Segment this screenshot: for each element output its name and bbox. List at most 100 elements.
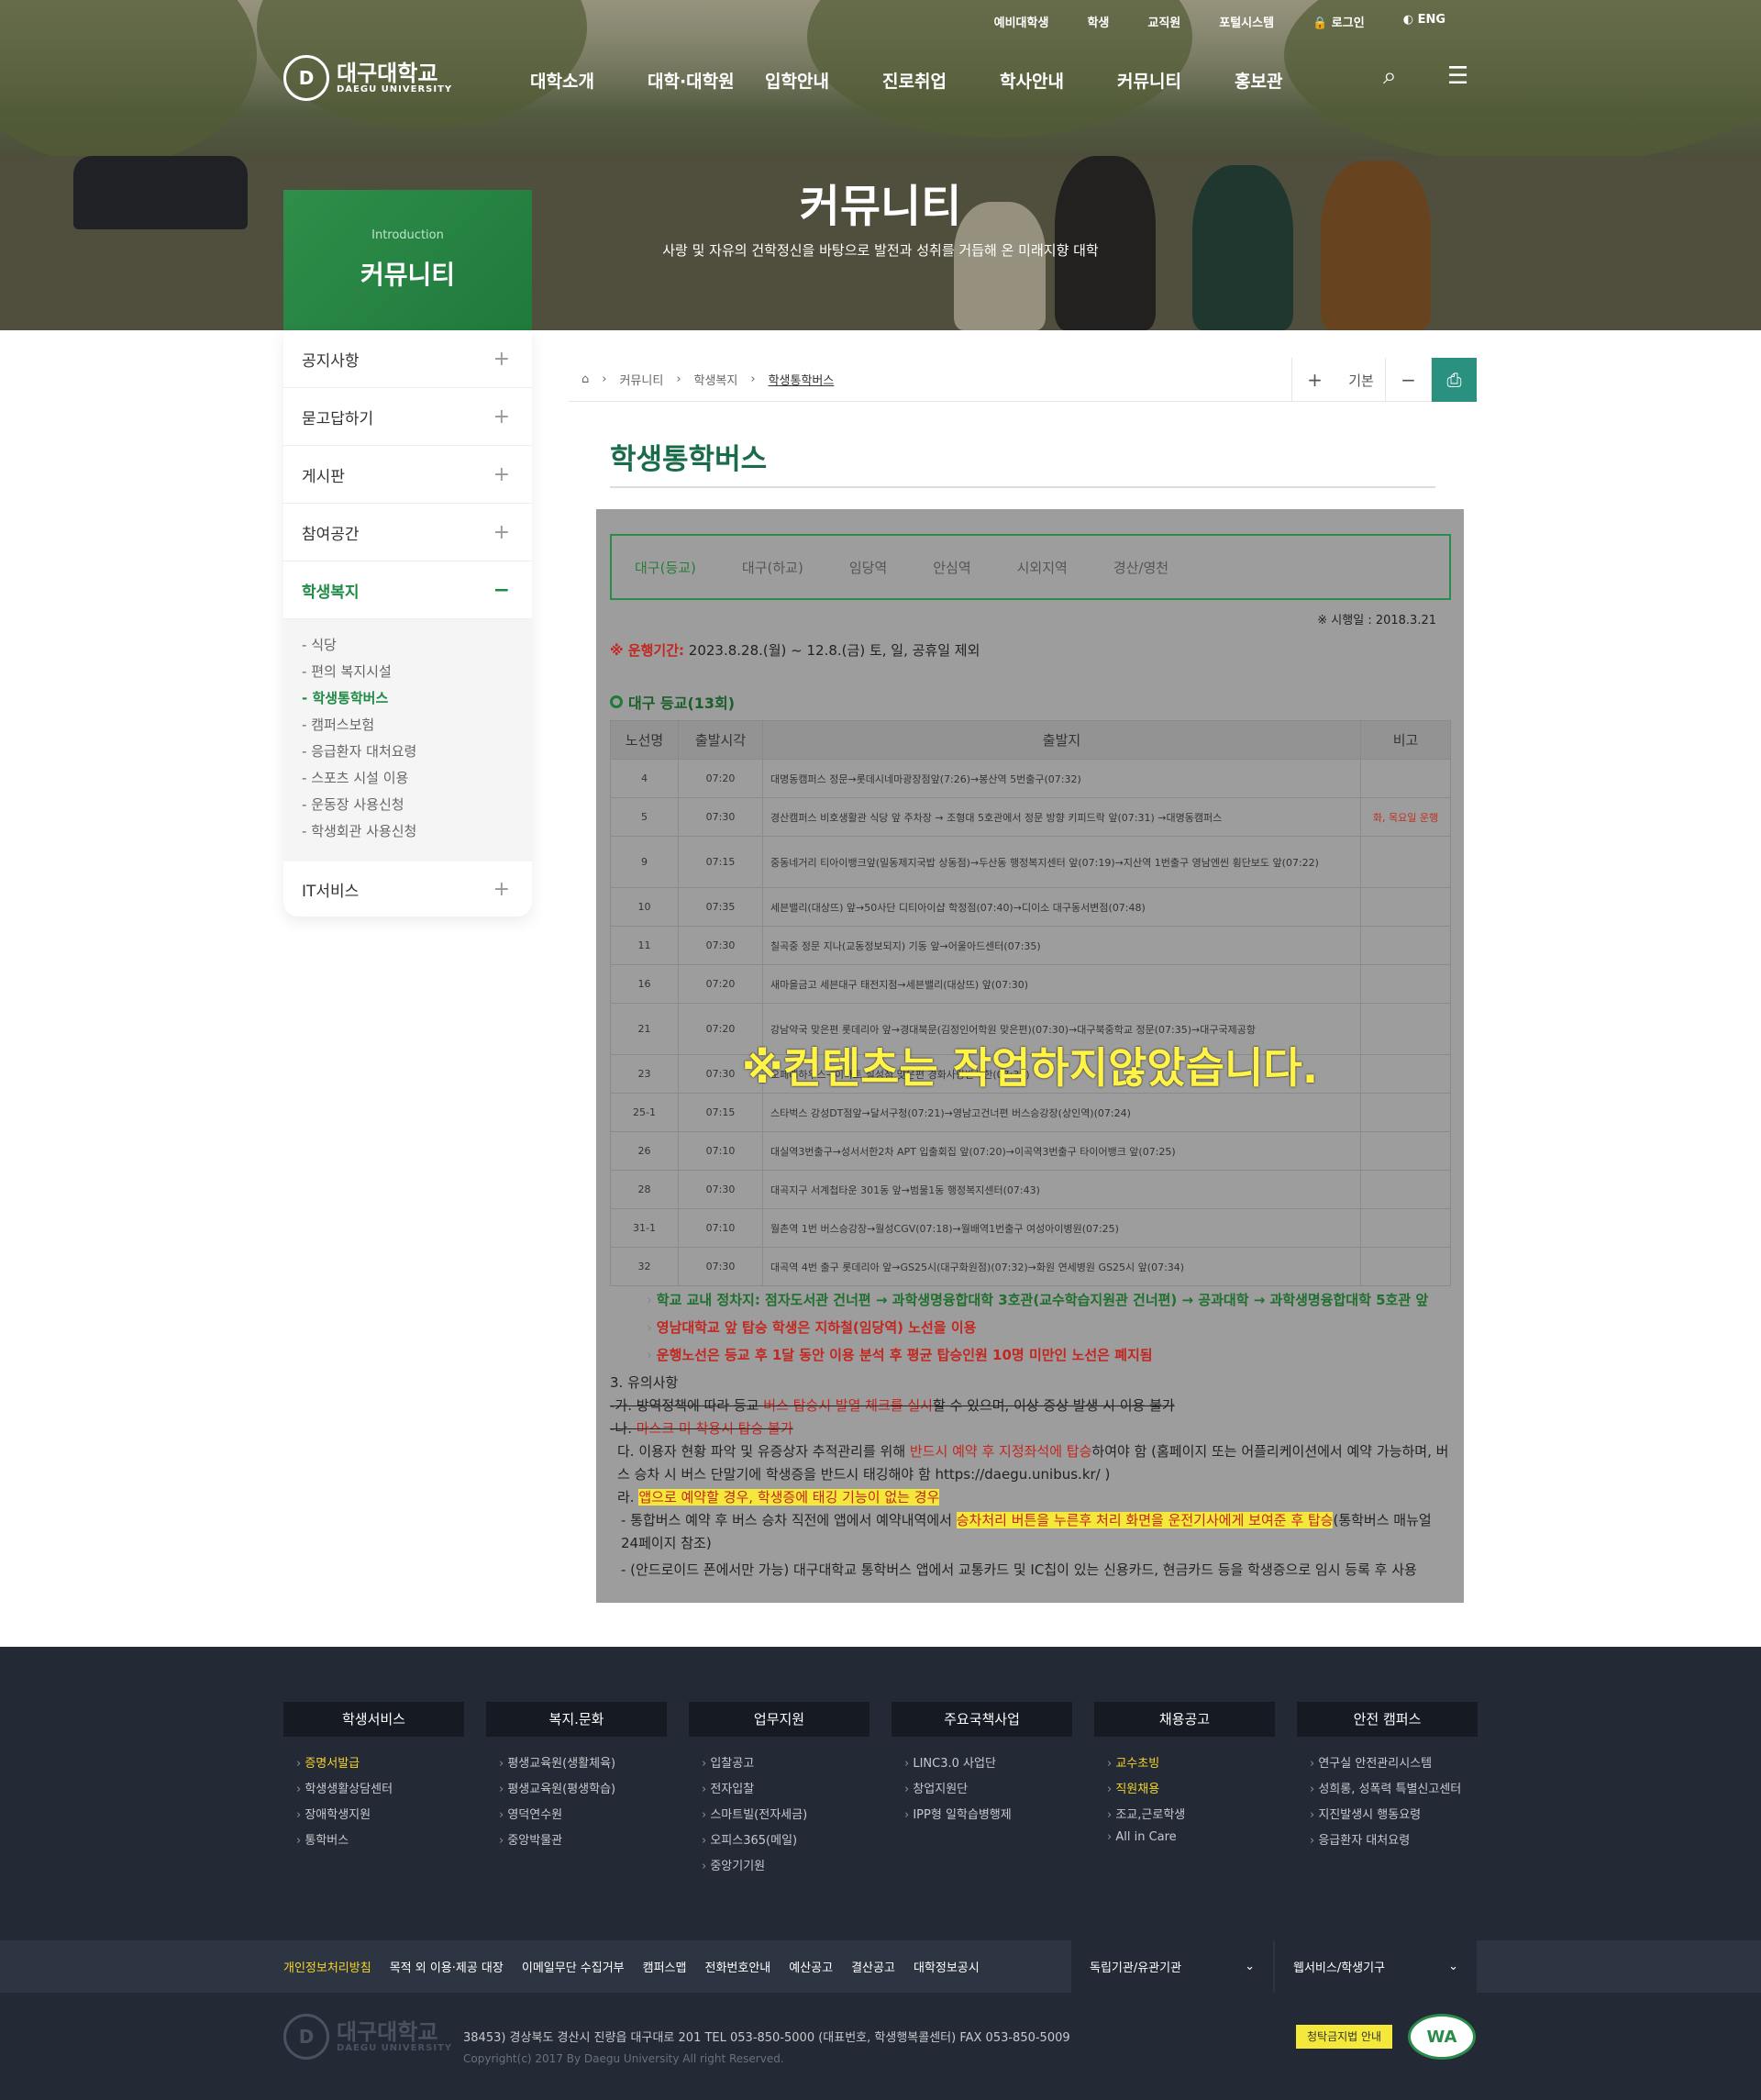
tab-gyeongsan[interactable]: 경산/영천 <box>1113 558 1168 577</box>
tab-daegu-out[interactable]: 대구(하교) <box>742 558 803 577</box>
footer-column-link[interactable]: › 중앙기기원 <box>702 1856 869 1882</box>
footer-column-link[interactable]: › 증명서발급 <box>296 1753 464 1779</box>
footer-column-link[interactable]: › 직원채용 <box>1107 1779 1275 1805</box>
footer-column-link[interactable]: › 평생교육원(생활체육) <box>499 1753 667 1779</box>
effective-date: ※ 시행일 : 2018.3.21 <box>1317 614 1436 628</box>
footer-link[interactable]: 전화번호안내 <box>704 1958 770 1975</box>
tab-ansim[interactable]: 안심역 <box>933 558 970 577</box>
note-cell <box>1360 1247 1451 1286</box>
footer-column-link[interactable]: › 조교,근로학생 <box>1107 1805 1275 1830</box>
lnb-item-it[interactable]: IT서비스 + <box>283 861 532 917</box>
menu-icon[interactable]: ☰ <box>1447 62 1468 90</box>
zoom-in-button[interactable]: + <box>1291 358 1337 402</box>
footer-link-privacy[interactable]: 개인정보처리방침 <box>283 1958 371 1975</box>
breadcrumb-sep: › <box>602 372 607 386</box>
table-row: 4 07:20 대명동캠퍼스 정문→롯데시네마광장점앞(7:26)→봉산역 5번출구… <box>610 759 1451 798</box>
footer-column-link[interactable]: › LINC3.0 사업단 <box>904 1753 1072 1779</box>
route-cell: 5 <box>610 797 679 837</box>
route-cell: 25-1 <box>610 1093 679 1132</box>
print-icon[interactable]: ⎙ <box>1431 358 1477 402</box>
footer-column-link[interactable]: › 평생교육원(평생학습) <box>499 1779 667 1805</box>
zoom-reset-button[interactable]: 기본 <box>1337 358 1385 402</box>
breadcrumb-item[interactable]: 커뮤니티 <box>619 371 663 388</box>
footer-column-link[interactable]: › 중앙박물관 <box>499 1830 667 1856</box>
tab-daegu-in[interactable]: 대구(등교) <box>635 558 696 577</box>
note-b: -나. 마스크 미 착용시 탑승 불가 <box>610 1420 793 1437</box>
lnb-item-participation[interactable]: 참여공간 + <box>283 504 532 561</box>
gnb-admission[interactable]: 입학안내 <box>765 68 882 93</box>
tab-outer[interactable]: 시외지역 <box>1017 558 1068 577</box>
lnb-sub-field[interactable]: - 운동장 사용신청 <box>302 792 532 818</box>
breadcrumb-current[interactable]: 학생통학버스 <box>769 371 835 388</box>
note-f: - (안드로이드 폰에서만 가능) 대구대학교 통학버스 앱에서 교통카드 및 … <box>621 1561 1417 1578</box>
gnb-community[interactable]: 커뮤니티 <box>1117 68 1235 93</box>
lnb-sub-cafeteria[interactable]: - 식당 <box>302 632 532 659</box>
footer-column-link[interactable]: › 학생생활상담센터 <box>296 1779 464 1805</box>
chevron-right-icon: › <box>702 1808 711 1822</box>
gnb-about[interactable]: 대학소개 <box>530 68 648 93</box>
lnb-item-board[interactable]: 게시판 + <box>283 446 532 504</box>
footer-column-link[interactable]: › IPP형 일학습병행제 <box>904 1805 1072 1830</box>
lnb-sub-sports[interactable]: - 스포츠 시설 이용 <box>302 765 532 792</box>
web-services-select[interactable]: 웹서비스/학생기구 ⌄ <box>1275 1940 1477 1993</box>
wa-mark-icon: WA <box>1408 2014 1476 2060</box>
time-cell: 07:35 <box>678 887 763 927</box>
footer-link[interactable]: 결산공고 <box>851 1958 895 1975</box>
footer-column-link[interactable]: › 스마트빌(전자세금) <box>702 1805 869 1830</box>
footer-column-link[interactable]: › 창업지원단 <box>904 1779 1072 1805</box>
lnb-sub-bus[interactable]: - 학생통학버스 <box>302 685 532 712</box>
breadcrumb-item[interactable]: 학생복지 <box>694 371 738 388</box>
note-stops: › 학교 교내 정차지: 점자도서관 건너편 → 과학생명융합대학 3호관(교수… <box>647 1292 1429 1308</box>
gnb-colleges[interactable]: 대학·대학원 <box>648 68 765 93</box>
lnb-sub-insurance[interactable]: - 캠퍼스보험 <box>302 712 532 739</box>
chevron-right-icon: › <box>296 1834 305 1848</box>
footer-column-link[interactable]: › 전자입찰 <box>702 1779 869 1805</box>
footer-column-link[interactable]: › 입찰공고 <box>702 1753 869 1779</box>
lnb-sub-emergency[interactable]: - 응급환자 대처요령 <box>302 739 532 765</box>
lnb-item-welfare[interactable]: 학생복지 − <box>283 561 532 619</box>
footer-column-link[interactable]: › 성희롱, 성폭력 특별신고센터 <box>1310 1779 1478 1805</box>
footer-column-link[interactable]: › 통학버스 <box>296 1830 464 1856</box>
footer-column-link[interactable]: › All in Care <box>1107 1830 1275 1856</box>
lnb-sub-hall[interactable]: - 학생회관 사용신청 <box>302 818 532 845</box>
gnb-pr[interactable]: 홍보관 <box>1235 68 1352 93</box>
lnb-item-qna[interactable]: 묻고답하기 + <box>283 388 532 446</box>
search-icon[interactable]: ⌕ <box>1383 62 1397 91</box>
footer-column-link[interactable]: › 오피스365(메일) <box>702 1830 869 1856</box>
note-cell <box>1360 1093 1451 1132</box>
footer-link[interactable]: 목적 외 이용·제공 대장 <box>390 1958 504 1975</box>
util-portal[interactable]: 포털시스템 <box>1219 13 1274 30</box>
home-icon[interactable]: ⌂ <box>581 372 589 386</box>
footer-column-link[interactable]: › 장애학생지원 <box>296 1805 464 1830</box>
side-nav: 공지사항 + 묻고답하기 + 게시판 + 참여공간 + 학생복지 − - 식당 - 편의 … <box>283 330 532 917</box>
tab-imdang[interactable]: 임당역 <box>849 558 887 577</box>
gnb-career[interactable]: 진로취업 <box>882 68 1000 93</box>
gnb-academic[interactable]: 학사안내 <box>1000 68 1117 93</box>
footer-column-link[interactable]: › 응급환자 대처요령 <box>1310 1830 1478 1856</box>
footer-link[interactable]: 예산공고 <box>789 1958 833 1975</box>
related-institutions-select[interactable]: 독립기관/유관기관 ⌄ <box>1071 1940 1273 1993</box>
route-cell: 4 <box>610 759 679 798</box>
origin-cell: 스타벅스 강성DT점앞→달서구청(07:21)→영남고건너편 버스승강장(상인역… <box>762 1093 1361 1132</box>
footer-column-link[interactable]: › 연구실 안전관리시스템 <box>1310 1753 1478 1779</box>
util-staff[interactable]: 교직원 <box>1147 13 1180 30</box>
table-row: 28 07:30 대곡지구 서계첩타운 301동 앞→범물1동 행정복지센터(07:… <box>610 1170 1451 1209</box>
zoom-out-button[interactable]: − <box>1385 358 1431 402</box>
logo[interactable]: D 대구대학교 DAEGU UNIVERSITY <box>283 55 452 101</box>
note-e: - 통합버스 예약 후 버스 승차 직전에 앱에서 예약내역에서 승차처리 버튼… <box>621 1512 1432 1551</box>
util-student[interactable]: 학생 <box>1087 13 1109 30</box>
footer-link[interactable]: 이메일무단 수집거부 <box>522 1958 625 1975</box>
util-login[interactable]: 🔒 로그인 <box>1312 13 1365 30</box>
footer-link[interactable]: 캠퍼스맵 <box>643 1958 687 1975</box>
lnb-item-notice[interactable]: 공지사항 + <box>283 330 532 388</box>
table-row: 25-1 07:15 스타벅스 강성DT점앞→달서구청(07:21)→영남고건너편 … <box>610 1093 1451 1132</box>
anti-graft-button[interactable]: 청탁금지법 안내 <box>1296 2025 1393 2049</box>
footer-column-link[interactable]: › 교수초빙 <box>1107 1753 1275 1779</box>
footer-link[interactable]: 대학정보공시 <box>914 1958 980 1975</box>
footer-column-link[interactable]: › 지진발생시 행동요령 <box>1310 1805 1478 1830</box>
util-prospective[interactable]: 예비대학생 <box>994 13 1049 30</box>
footer-column-link[interactable]: › 영덕연수원 <box>499 1805 667 1830</box>
util-eng[interactable]: ◐ ENG <box>1403 13 1445 30</box>
lnb-sub-facilities[interactable]: - 편의 복지시설 <box>302 659 532 685</box>
minus-icon: − <box>493 578 510 602</box>
